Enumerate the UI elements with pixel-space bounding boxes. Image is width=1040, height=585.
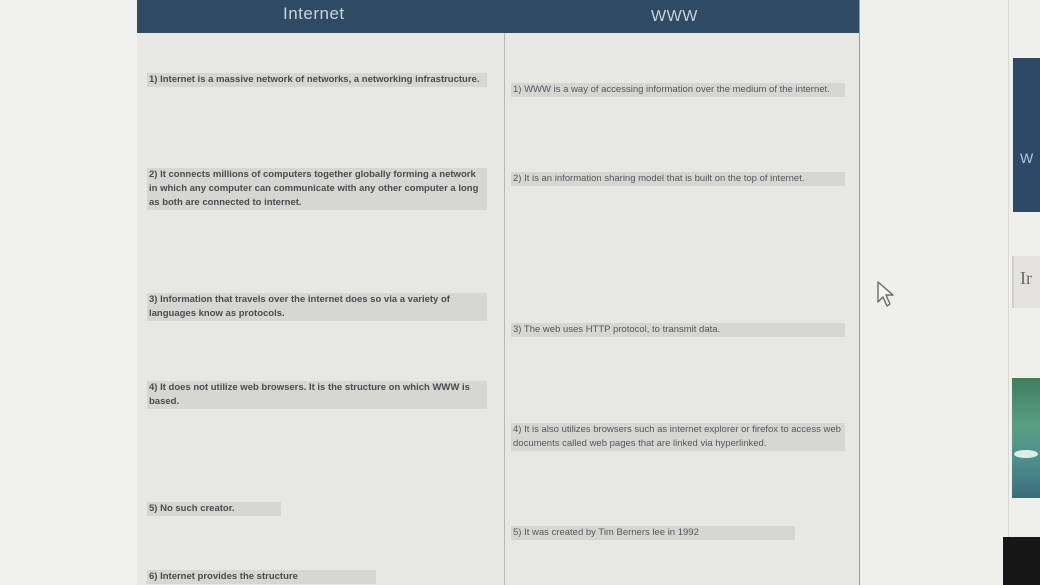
internet-point-1: 1) Internet is a massive network of netw… <box>147 73 487 87</box>
thumbnail-mid-label: Ir <box>1020 268 1032 288</box>
slide-thumbnail-image[interactable] <box>1012 378 1040 498</box>
internet-point-2: 2) It connects millions of computers tog… <box>147 168 487 210</box>
arrow-cursor-icon <box>877 281 894 307</box>
table-header-bar: Internet WWW <box>137 0 859 33</box>
column-divider <box>504 33 505 585</box>
slide-thumbnail-middle[interactable]: Ir <box>1012 256 1040 308</box>
slide-thumbnail-bottom[interactable] <box>1003 537 1040 585</box>
www-point-2: 2) It is an information sharing model th… <box>511 172 845 186</box>
internet-point-3: 3) Information that travels over the int… <box>147 293 487 321</box>
wave-graphic <box>1014 450 1038 458</box>
www-point-1: 1) WWW is a way of accessing information… <box>511 83 845 97</box>
www-point-4: 4) It is also utilizes browsers such as … <box>511 423 845 451</box>
www-point-5: 5) It was created by Tim Berners lee in … <box>511 526 795 540</box>
www-column-header: WWW <box>651 8 698 25</box>
internet-point-5: 5) No such creator. <box>147 502 281 516</box>
internet-point-4: 4) It does not utilize web browsers. It … <box>147 381 487 409</box>
thumbnail-top-label: W <box>1020 150 1034 166</box>
right-gridline <box>1008 0 1009 585</box>
internet-point-6: 6) Internet provides the structure <box>147 570 376 584</box>
www-point-3: 3) The web uses HTTP protocol, to transm… <box>511 323 845 337</box>
slide-canvas: Internet WWW 1) Internet is a massive ne… <box>137 0 860 585</box>
slide-thumbnail-top[interactable]: W <box>1013 58 1040 212</box>
internet-column-header: Internet <box>283 4 345 23</box>
desktop-left-margin <box>0 0 137 585</box>
